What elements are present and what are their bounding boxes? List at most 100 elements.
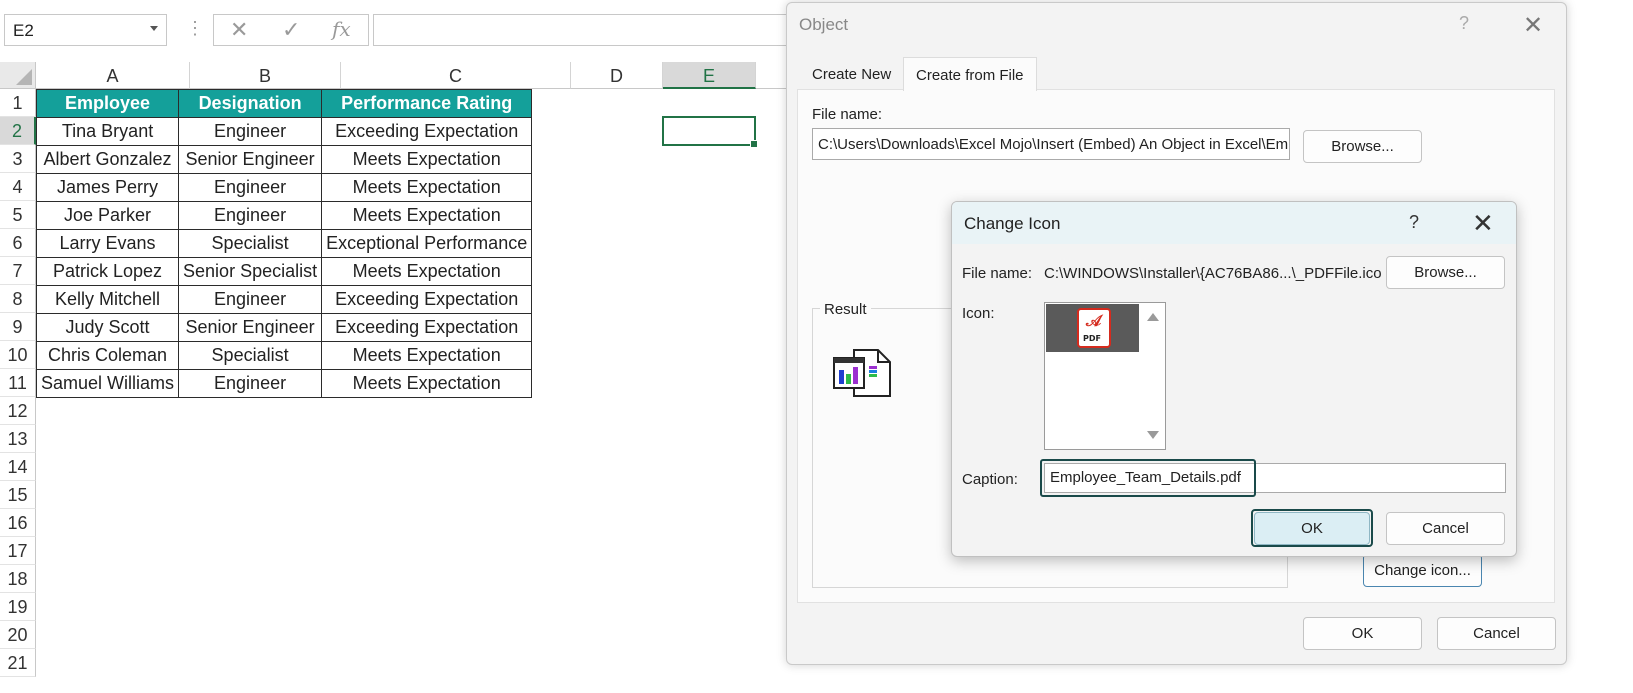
- row-header[interactable]: 14: [0, 453, 36, 481]
- row-header[interactable]: 18: [0, 565, 36, 593]
- employee-cell[interactable]: Kelly Mitchell: [35, 285, 180, 314]
- embedded-document-icon: [833, 349, 891, 397]
- column-header-e[interactable]: E: [663, 62, 756, 89]
- row-header[interactable]: 16: [0, 509, 36, 537]
- employee-cell[interactable]: Tina Bryant: [35, 117, 180, 146]
- browse-button[interactable]: Browse...: [1303, 130, 1422, 163]
- row-header[interactable]: 19: [0, 593, 36, 621]
- insert-function-icon[interactable]: fx: [332, 17, 351, 41]
- rating-cell[interactable]: Exceptional Performance: [321, 229, 533, 258]
- header-employee[interactable]: Employee: [35, 89, 180, 118]
- more-options-icon: ⋮: [186, 18, 204, 38]
- rating-cell[interactable]: Meets Expectation: [321, 201, 533, 230]
- row-header[interactable]: 15: [0, 481, 36, 509]
- rating-cell[interactable]: Meets Expectation: [321, 341, 533, 370]
- chevron-down-icon[interactable]: [150, 26, 158, 31]
- designation-cell[interactable]: Senior Specialist: [178, 257, 323, 286]
- column-header-a[interactable]: A: [36, 62, 190, 89]
- designation-cell[interactable]: Engineer: [178, 369, 323, 398]
- designation-cell[interactable]: Senior Engineer: [178, 313, 323, 342]
- scroll-up-icon[interactable]: [1147, 313, 1159, 321]
- column-header-b[interactable]: B: [190, 62, 341, 89]
- tab-create-from-file[interactable]: Create from File: [903, 57, 1037, 91]
- rating-cell[interactable]: Exceeding Expectation: [321, 285, 533, 314]
- table-header-row: Employee Designation Performance Rating: [35, 89, 533, 118]
- designation-cell[interactable]: Engineer: [178, 285, 323, 314]
- employee-cell[interactable]: Larry Evans: [35, 229, 180, 258]
- name-box-value: E2: [13, 21, 34, 40]
- browse-button[interactable]: Browse...: [1386, 256, 1505, 289]
- icon-label: Icon:: [962, 305, 995, 322]
- header-performance-rating[interactable]: Performance Rating: [321, 89, 533, 118]
- row-header[interactable]: 20: [0, 621, 36, 649]
- formula-input[interactable]: [373, 14, 813, 46]
- designation-cell[interactable]: Engineer: [178, 201, 323, 230]
- row-header[interactable]: 17: [0, 537, 36, 565]
- row-header[interactable]: 8: [0, 285, 36, 313]
- designation-cell[interactable]: Engineer: [178, 173, 323, 202]
- employee-cell[interactable]: Albert Gonzalez: [35, 145, 180, 174]
- designation-cell[interactable]: Specialist: [178, 229, 323, 258]
- table-row: Judy Scott Senior Engineer Exceeding Expec…: [35, 313, 533, 342]
- row-header[interactable]: 3: [0, 145, 36, 173]
- row-header[interactable]: 10: [0, 341, 36, 369]
- help-icon[interactable]: ?: [1409, 212, 1419, 233]
- employee-cell[interactable]: Joe Parker: [35, 201, 180, 230]
- rating-cell[interactable]: Meets Expectation: [321, 173, 533, 202]
- row-header[interactable]: 9: [0, 313, 36, 341]
- name-box[interactable]: E2: [4, 14, 167, 46]
- designation-cell[interactable]: Specialist: [178, 341, 323, 370]
- help-icon[interactable]: ?: [1459, 13, 1469, 34]
- row-header[interactable]: 6: [0, 229, 36, 257]
- cancel-button[interactable]: Cancel: [1386, 512, 1505, 545]
- cancel-button[interactable]: Cancel: [1437, 617, 1556, 650]
- employee-cell[interactable]: Patrick Lopez: [35, 257, 180, 286]
- dialog-title: Object: [799, 15, 849, 34]
- rating-cell[interactable]: Exceeding Expectation: [321, 117, 533, 146]
- close-icon[interactable]: ✕: [1472, 208, 1494, 239]
- employee-cell[interactable]: Samuel Williams: [35, 369, 180, 398]
- rating-cell[interactable]: Meets Expectation: [321, 369, 533, 398]
- rating-cell[interactable]: Meets Expectation: [321, 145, 533, 174]
- cancel-icon[interactable]: ✕: [230, 17, 248, 43]
- row-header[interactable]: 1: [0, 89, 36, 117]
- file-name-input[interactable]: C:\Users\Downloads\Excel Mojo\Insert (Em…: [812, 128, 1290, 160]
- row-header[interactable]: 12: [0, 397, 36, 425]
- rating-cell[interactable]: Exceeding Expectation: [321, 313, 533, 342]
- dialog-title: Change Icon: [964, 214, 1061, 233]
- change-icon-button[interactable]: Change icon...: [1363, 554, 1482, 587]
- row-header[interactable]: 13: [0, 425, 36, 453]
- table-row: Joe Parker Engineer Meets Expectation: [35, 201, 533, 230]
- employee-cell[interactable]: Judy Scott: [35, 313, 180, 342]
- table-row: Kelly Mitchell Engineer Exceeding Expectat…: [35, 285, 533, 314]
- employee-cell[interactable]: Chris Coleman: [35, 341, 180, 370]
- acrobat-swirl-icon: 𝒜: [1086, 313, 1102, 330]
- rating-cell[interactable]: Meets Expectation: [321, 257, 533, 286]
- result-label: Result: [820, 301, 871, 318]
- icon-list-scrollbar[interactable]: [1141, 303, 1165, 449]
- tab-create-new[interactable]: Create New: [800, 57, 903, 91]
- column-header-d[interactable]: D: [571, 62, 663, 89]
- row-header[interactable]: 21: [0, 649, 36, 677]
- table-row: Patrick Lopez Senior Specialist Meets Expe…: [35, 257, 533, 286]
- icon-list-item[interactable]: 𝒜 PDF: [1046, 304, 1139, 352]
- close-icon[interactable]: ✕: [1523, 11, 1543, 40]
- row-header[interactable]: 7: [0, 257, 36, 285]
- employee-cell[interactable]: James Perry: [35, 173, 180, 202]
- ok-focus-ring: [1251, 509, 1373, 547]
- row-header[interactable]: 11: [0, 369, 36, 397]
- ok-button[interactable]: OK: [1303, 617, 1422, 650]
- row-header[interactable]: 4: [0, 173, 36, 201]
- select-all-button[interactable]: [0, 62, 36, 89]
- column-header-c[interactable]: C: [341, 62, 571, 89]
- designation-cell[interactable]: Senior Engineer: [178, 145, 323, 174]
- row-header[interactable]: 2: [0, 117, 36, 145]
- header-designation[interactable]: Designation: [178, 89, 323, 118]
- scroll-down-icon[interactable]: [1147, 431, 1159, 439]
- icon-list[interactable]: 𝒜 PDF: [1044, 302, 1166, 450]
- pdf-label: PDF: [1083, 334, 1101, 343]
- enter-icon[interactable]: ✓: [282, 17, 300, 43]
- selected-cell-e2[interactable]: [662, 116, 758, 148]
- row-header[interactable]: 5: [0, 201, 36, 229]
- designation-cell[interactable]: Engineer: [178, 117, 323, 146]
